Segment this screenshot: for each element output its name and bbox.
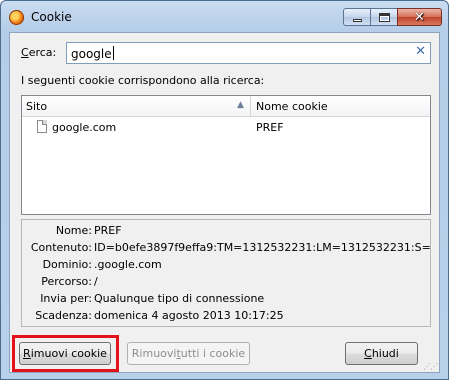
caption-buttons: ✕: [343, 8, 442, 27]
cookie-tree[interactable]: Sito ▲ Nome cookie google.com PREF: [21, 95, 431, 215]
dialog-body: Cerca: google ✕ I seguenti cookie corris…: [9, 32, 440, 373]
minimize-icon: [352, 18, 362, 22]
row-site: google.com: [52, 121, 117, 134]
search-value: google: [71, 46, 114, 61]
detail-row-name: Nome: PREF: [55, 224, 122, 237]
detail-row-domain: Dominio: .google.com: [42, 258, 162, 271]
tree-header: Sito ▲ Nome cookie: [22, 96, 430, 117]
detail-row-send-for: Invia per: Qualunque tipo di connessione: [40, 292, 265, 305]
close-icon: ✕: [414, 9, 425, 25]
detail-row-path: Percorso: /: [41, 275, 98, 288]
tree-row[interactable]: google.com PREF: [22, 118, 430, 136]
remove-cookie-button[interactable]: Rimuovi cookie: [19, 342, 111, 365]
cookie-details: Nome: PREF Contenuto: ID=b0efe3897f9effa…: [21, 219, 431, 327]
sort-ascending-icon: ▲: [237, 100, 244, 110]
close-button[interactable]: Chiudi: [345, 342, 418, 365]
firefox-icon: [9, 10, 24, 25]
results-label: I seguenti cookie corrispondono alla ric…: [21, 74, 265, 87]
maximize-button[interactable]: [370, 8, 397, 26]
title-bar[interactable]: Cookie ✕: [1, 1, 448, 32]
cookie-window: Cookie ✕ Cerca: google ✕ I seguenti cook…: [0, 0, 449, 380]
row-cookie-name: PREF: [256, 121, 284, 134]
search-input[interactable]: google ✕: [66, 42, 431, 64]
close-window-button[interactable]: ✕: [397, 8, 442, 26]
column-cookie-name[interactable]: Nome cookie: [256, 100, 328, 113]
file-icon: [37, 120, 47, 133]
remove-all-cookies-button[interactable]: Rimuovi t utti i cookie: [127, 342, 250, 365]
clear-search-icon[interactable]: ✕: [415, 44, 426, 59]
detail-row-expires: Scadenza: domenica 4 agosto 2013 10:17:2…: [35, 309, 284, 322]
maximize-icon: [378, 12, 390, 22]
detail-row-content: Contenuto: ID=b0efe3897f9effa9:TM=131253…: [30, 241, 431, 254]
search-label: Cerca:: [21, 46, 57, 59]
window-title: Cookie: [31, 10, 72, 24]
minimize-button[interactable]: [343, 8, 370, 26]
column-site[interactable]: Sito: [26, 100, 47, 113]
resize-grip-icon[interactable]: ⋰⋰: [423, 362, 438, 371]
